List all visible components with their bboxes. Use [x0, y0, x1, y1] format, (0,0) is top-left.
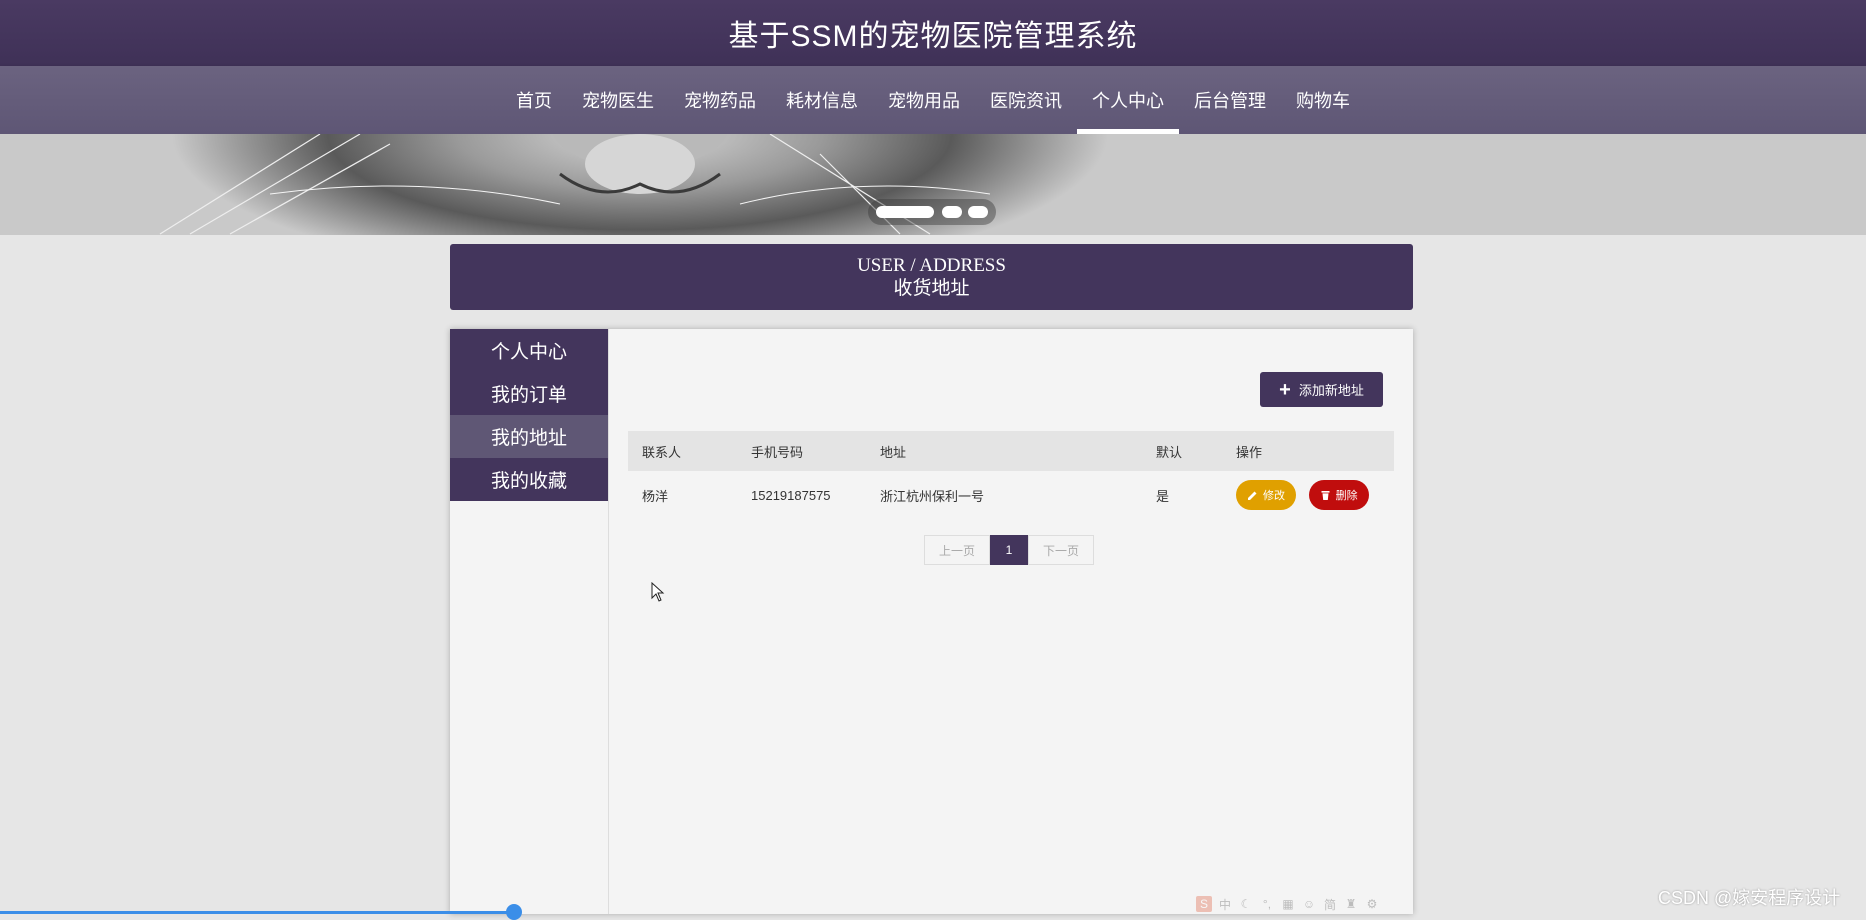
edit-label: 修改 [1263, 490, 1285, 502]
keyboard-icon[interactable]: ▦ [1280, 896, 1296, 912]
banner-carousel [0, 134, 1866, 235]
nav-item-pet-products[interactable]: 宠物用品 [873, 66, 975, 134]
carousel-dot-3[interactable] [968, 206, 988, 218]
nav-item-home[interactable]: 首页 [501, 66, 567, 134]
sidebar-item-address[interactable]: 我的地址 [450, 415, 608, 458]
site-header: 基于SSM的宠物医院管理系统 [0, 0, 1866, 66]
col-header-default: 默认 [1142, 431, 1222, 471]
nav-item-doctors[interactable]: 宠物医生 [567, 66, 669, 134]
trash-icon [1321, 490, 1330, 500]
nav-item-profile[interactable]: 个人中心 [1077, 66, 1179, 134]
nav-item-admin[interactable]: 后台管理 [1179, 66, 1281, 134]
simplified-icon[interactable]: 简 [1322, 896, 1338, 912]
col-header-phone: 手机号码 [737, 431, 866, 471]
ime-toolbar: S 中 ☾ °, ▦ ☺ 简 ♜ ⚙ [1196, 896, 1380, 912]
next-page-button[interactable]: 下一页 [1028, 535, 1094, 565]
prev-page-button[interactable]: 上一页 [924, 535, 990, 565]
section-header: USER / ADDRESS 收货地址 [450, 244, 1413, 310]
add-address-label: 添加新地址 [1298, 383, 1364, 398]
nav-item-news[interactable]: 医院资讯 [975, 66, 1077, 134]
carousel-dot-1[interactable] [876, 206, 934, 218]
carousel-dots [868, 199, 996, 225]
delete-button[interactable]: 删除 [1308, 480, 1369, 510]
sidebar-item-favorites[interactable]: 我的收藏 [450, 458, 608, 501]
plus-icon: + [1279, 378, 1291, 401]
content-panel: 个人中心 我的订单 我的地址 我的收藏 + 添加新地址 联系人 手机号码 地址 … [450, 329, 1413, 914]
page-number-current[interactable]: 1 [990, 535, 1028, 565]
cell-phone: 15219187575 [751, 487, 831, 503]
nav-item-cart[interactable]: 购物车 [1281, 66, 1365, 134]
cell-contact: 杨洋 [642, 488, 669, 504]
cell-actions: 修改 删除 [1222, 471, 1394, 519]
user-icon[interactable]: ☺ [1301, 896, 1317, 912]
pagination: 上一页 1 下一页 [924, 535, 1094, 565]
gear-icon[interactable]: ⚙ [1364, 896, 1380, 912]
table-header-row: 联系人 手机号码 地址 默认 操作 [628, 431, 1394, 471]
cell-default: 是 [1156, 488, 1170, 504]
col-header-contact: 联系人 [628, 431, 737, 471]
shirt-icon[interactable]: ♜ [1343, 896, 1359, 912]
add-address-button[interactable]: + 添加新地址 [1260, 372, 1383, 407]
pencil-icon [1248, 491, 1257, 500]
cell-address: 浙江杭州保利一号 [880, 488, 985, 504]
punctuation-icon[interactable]: °, [1259, 896, 1275, 912]
nav-item-medicines[interactable]: 宠物药品 [669, 66, 771, 134]
watermark: CSDN @嫁安程序设计 [1658, 888, 1841, 908]
section-title-en: USER / ADDRESS [857, 255, 1006, 276]
delete-label: 删除 [1335, 490, 1358, 502]
col-header-actions: 操作 [1222, 431, 1394, 471]
moon-icon[interactable]: ☾ [1238, 896, 1254, 912]
site-title: 基于SSM的宠物医院管理系统 [728, 20, 1138, 53]
main-nav: 首页 宠物医生 宠物药品 耗材信息 宠物用品 医院资讯 个人中心 后台管理 购物… [0, 66, 1866, 134]
chinese-input-icon[interactable]: 中 [1217, 896, 1233, 912]
carousel-dot-2[interactable] [942, 206, 962, 218]
section-title-cn: 收货地址 [893, 278, 970, 299]
video-progress-handle[interactable] [506, 904, 522, 920]
nav-item-supplies[interactable]: 耗材信息 [771, 66, 873, 134]
sidebar: 个人中心 我的订单 我的地址 我的收藏 [450, 329, 609, 914]
table-row: 杨洋 15219187575 浙江杭州保利一号 是 修改 删除 [628, 471, 1394, 519]
sidebar-item-profile[interactable]: 个人中心 [450, 329, 608, 372]
mouse-cursor-icon [651, 582, 665, 602]
address-table: 联系人 手机号码 地址 默认 操作 杨洋 15219187575 浙江杭州保利一… [628, 431, 1394, 519]
col-header-address: 地址 [866, 431, 1142, 471]
logo-icon[interactable]: S [1196, 896, 1212, 912]
edit-button[interactable]: 修改 [1236, 480, 1296, 510]
sidebar-item-orders[interactable]: 我的订单 [450, 372, 608, 415]
address-main: + 添加新地址 联系人 手机号码 地址 默认 操作 杨洋 15219187575… [608, 329, 1413, 914]
